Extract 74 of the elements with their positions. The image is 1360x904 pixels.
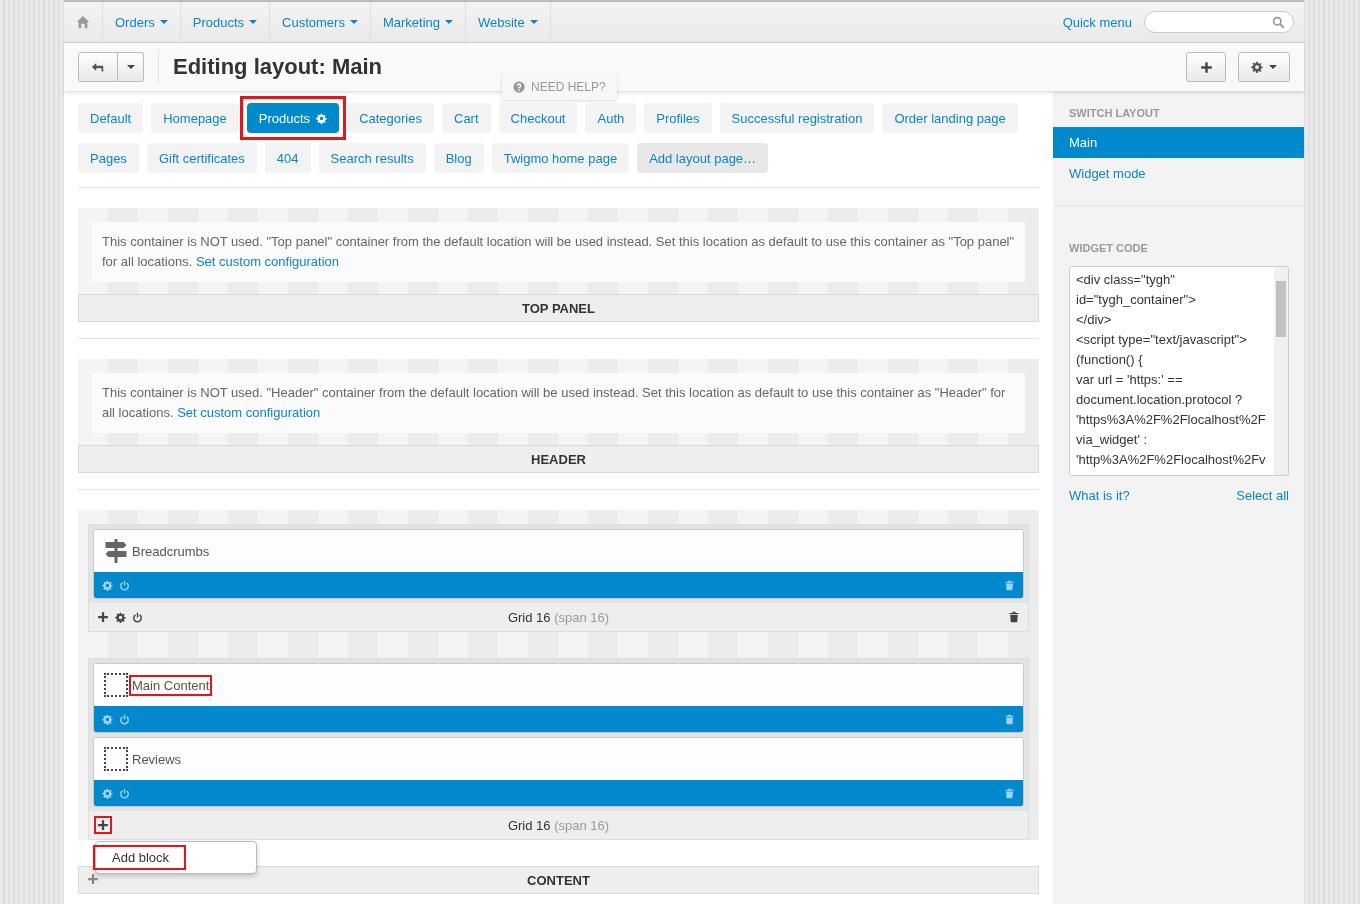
code-line: 'http%3A%2F%2Flocalhost%2Fv bbox=[1076, 451, 1267, 469]
help-icon bbox=[513, 81, 525, 93]
grid-label: Grid 16 (span 16) bbox=[507, 609, 610, 625]
need-help-button[interactable]: NEED HELP? bbox=[502, 74, 617, 100]
code-line: var url = 'https:' == bbox=[1076, 371, 1184, 389]
power-icon[interactable] bbox=[132, 611, 143, 623]
layout-tab[interactable]: Checkout bbox=[498, 103, 578, 133]
custom-configuration-link[interactable]: Set custom configuration bbox=[195, 254, 339, 269]
placeholder-frame-icon bbox=[104, 747, 128, 771]
nav-menu[interactable]: Products bbox=[180, 2, 271, 42]
settings-icon[interactable] bbox=[115, 611, 126, 623]
nav-menu[interactable]: Marketing bbox=[370, 2, 466, 42]
layout-tab[interactable]: Auth bbox=[585, 103, 637, 133]
layout-option[interactable]: Widget mode bbox=[1053, 158, 1304, 189]
layout-tab[interactable]: Default bbox=[78, 103, 144, 133]
menu-item[interactable]: Add block bbox=[98, 848, 184, 867]
search-field[interactable] bbox=[1144, 11, 1294, 33]
plus-icon bbox=[1199, 60, 1213, 74]
settings-button[interactable] bbox=[1238, 52, 1290, 82]
section-heading: WIDGET CODE bbox=[1068, 241, 1149, 256]
code-line: document.location.protocol ? bbox=[1076, 391, 1244, 409]
layout-tab[interactable]: Search results bbox=[318, 143, 426, 173]
code-line: (function() { bbox=[1076, 351, 1144, 369]
settings-icon bbox=[1251, 61, 1263, 73]
add-button[interactable] bbox=[1186, 52, 1226, 82]
back-button[interactable] bbox=[78, 52, 118, 82]
block-name: Main Content bbox=[132, 677, 210, 693]
container-title: HEADER bbox=[531, 451, 586, 467]
layout-tab[interactable]: Pages bbox=[78, 143, 139, 173]
container-title: TOP PANEL bbox=[522, 300, 595, 316]
layout-tab[interactable]: 404 bbox=[264, 143, 311, 173]
layout-tab[interactable]: Profiles bbox=[644, 103, 712, 133]
add-layout-page-button[interactable]: Add layout page… bbox=[637, 143, 769, 173]
layout-tab[interactable]: Homepage bbox=[151, 103, 239, 133]
block-name: Breadcrumbs bbox=[132, 543, 210, 559]
placeholder-frame-icon bbox=[104, 673, 128, 697]
code-line: id="tygh_container"> bbox=[1076, 291, 1197, 309]
code-line: <div class="tygh" bbox=[1076, 271, 1176, 289]
layout-option[interactable]: Main bbox=[1053, 127, 1304, 158]
code-line: </div> bbox=[1076, 311, 1113, 329]
search-icon bbox=[1272, 15, 1285, 29]
container-title: CONTENT bbox=[527, 872, 590, 888]
block-name: Reviews bbox=[132, 751, 182, 767]
code-line: 'https%3A%2F%2Flocalhost%2F bbox=[1076, 411, 1267, 429]
code-line: <script type="text/javascript"> bbox=[1076, 331, 1248, 349]
code-line: via_widget' : bbox=[1076, 431, 1149, 449]
nav-menu[interactable]: Website bbox=[466, 2, 551, 42]
container-notice: This container is NOT used. "Header" container from the default location will be used instead. Set this location as default to use this container as "Header" for all locations. Set custom configuration bbox=[92, 373, 1025, 433]
layout-tab[interactable]: Cart bbox=[442, 103, 491, 133]
add-icon[interactable] bbox=[97, 611, 109, 623]
settings-icon[interactable] bbox=[316, 112, 328, 124]
code-textarea[interactable] bbox=[1069, 266, 1289, 476]
nav-menu[interactable]: Orders bbox=[103, 2, 181, 42]
layout-tab[interactable]: Successful registration bbox=[719, 103, 875, 133]
dropdown-button[interactable] bbox=[118, 52, 144, 82]
custom-configuration-link[interactable]: Set custom configuration bbox=[177, 405, 321, 420]
layout-tab[interactable]: Twigmo home page bbox=[491, 143, 630, 173]
signpost-icon bbox=[104, 539, 128, 563]
home-icon bbox=[76, 15, 90, 29]
layout-tab[interactable]: Order landing page bbox=[882, 103, 1018, 133]
quick-menu-link[interactable]: Quick menu bbox=[1062, 14, 1132, 30]
page-title: Editing layout: Main bbox=[173, 54, 382, 80]
sidebar-link[interactable]: What is it? bbox=[1069, 488, 1130, 503]
container-notice: This container is NOT used. "Top panel" container from the default location will be used instead. Set this location as default to use this container as "Top panel" for all locations. Set custom configuration bbox=[92, 222, 1025, 282]
section-heading: SWITCH LAYOUT bbox=[1068, 106, 1161, 121]
layout-tab[interactable]: Products bbox=[246, 103, 340, 133]
layout-tab[interactable]: Categories bbox=[347, 103, 434, 133]
delete-icon[interactable] bbox=[1008, 611, 1020, 623]
sidebar-link[interactable]: Select all bbox=[1236, 488, 1289, 503]
grid-label: Grid 16 (span 16) bbox=[507, 817, 610, 833]
scrollbar[interactable] bbox=[1274, 267, 1288, 475]
layout-tab[interactable]: Blog bbox=[433, 143, 484, 173]
nav-menu[interactable]: Customers bbox=[270, 2, 371, 42]
layout-tab[interactable]: Gift certificates bbox=[146, 143, 257, 173]
